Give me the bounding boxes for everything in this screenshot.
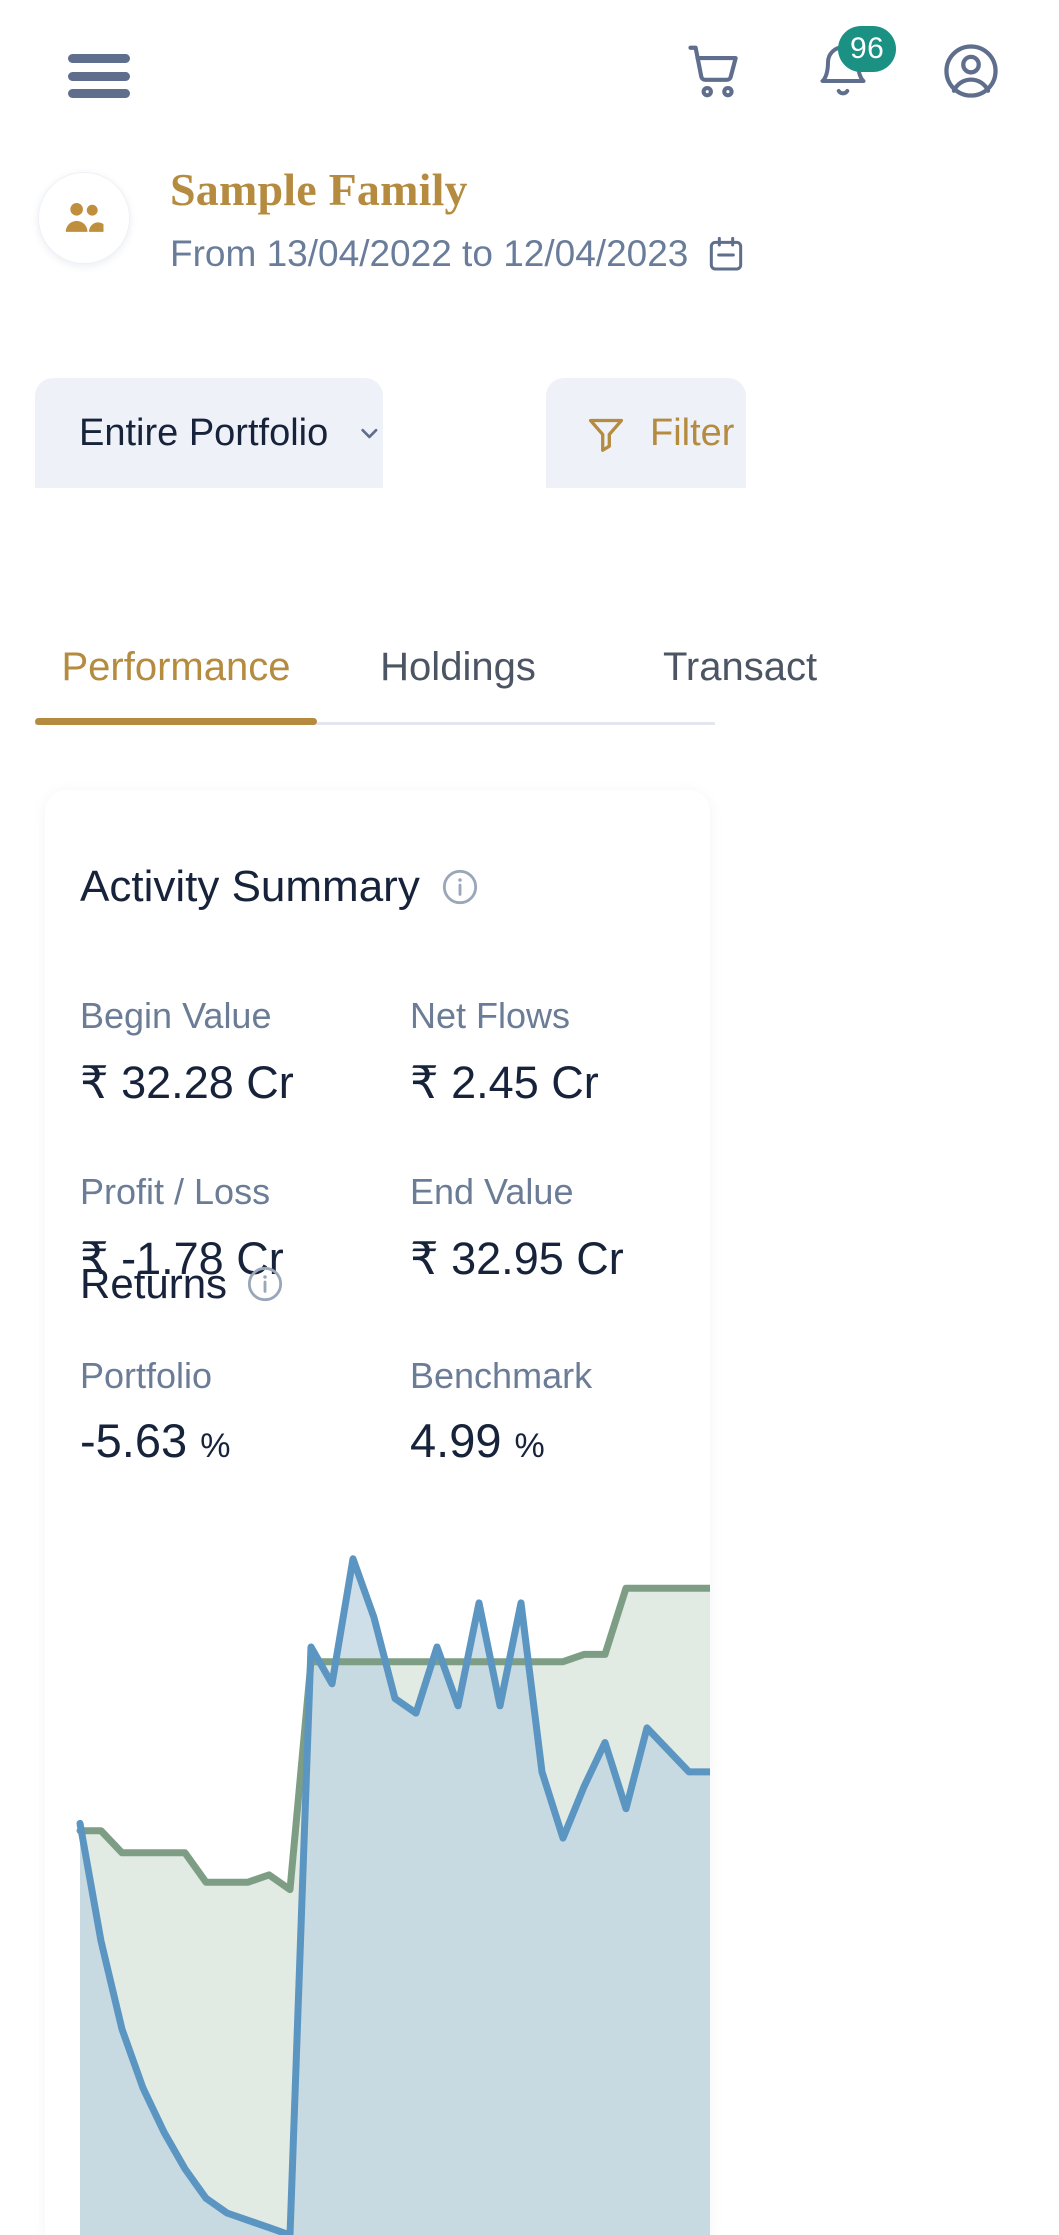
family-header: Sample Family From 13/04/2022 to 12/04/2… (0, 160, 1059, 320)
filter-button-label: Filter (650, 411, 735, 454)
shopping-cart-button[interactable] (682, 38, 748, 104)
date-range-label: From 13/04/2022 to 12/04/2023 (170, 233, 689, 274)
return-label: Benchmark (410, 1355, 593, 1396)
performance-chart-svg (76, 1555, 710, 2235)
return-label: Portfolio (80, 1355, 213, 1396)
tab-holdings[interactable]: Holdings (317, 610, 599, 725)
chevron-down-icon (361, 428, 378, 439)
avatar[interactable] (38, 172, 130, 264)
date-range-row[interactable]: From 13/04/2022 to 12/04/2023 (170, 228, 746, 280)
returns-header: Returns (80, 1260, 285, 1308)
return-number: -5.63 (80, 1414, 188, 1467)
funnel-filter-icon (588, 418, 624, 452)
metric-label: Net Flows (410, 995, 571, 1036)
metrics-row: Begin Value ₹ 32.28 Cr Net Flows ₹ 2.45 … (80, 990, 680, 1118)
profile-button[interactable] (938, 38, 1004, 104)
family-group-icon (65, 203, 104, 232)
tab-transactions-label: Transact (662, 645, 818, 689)
shopping-cart-icon (688, 45, 738, 98)
family-info: Sample Family From 13/04/2022 to 12/04/2… (170, 160, 746, 280)
filter-button[interactable]: Filter (546, 378, 746, 488)
return-number: 4.99 (410, 1414, 502, 1467)
portfolio-filter-strip: Entire Portfolio Filter (0, 378, 1059, 488)
portfolio-selector[interactable]: Entire Portfolio (35, 378, 383, 488)
returns-row: Portfolio -5.63 % Benchmark 4.99 % (80, 1350, 680, 1481)
metric-begin-value: Begin Value ₹ 32.28 Cr (80, 990, 410, 1118)
return-value: -5.63 % (80, 1406, 410, 1481)
info-icon[interactable] (245, 1264, 285, 1304)
page-title: Sample Family (170, 164, 468, 215)
menu-line (68, 54, 130, 63)
metric-label: End Value (410, 1171, 574, 1212)
user-account-icon (944, 44, 998, 98)
metric-value: ₹ 32.95 Cr (410, 1233, 624, 1284)
main-tabs: Performance Holdings Transact (35, 610, 1059, 740)
metric-value: ₹ 32.28 Cr (80, 1057, 294, 1108)
return-unit: % (514, 1427, 545, 1465)
metric-value: ₹ 2.45 Cr (410, 1057, 599, 1108)
metric-end-value: End Value ₹ 32.95 Cr (410, 1166, 680, 1294)
return-unit: % (200, 1427, 231, 1465)
tab-performance[interactable]: Performance (35, 610, 317, 725)
tab-transactions[interactable]: Transact (599, 610, 881, 725)
metric-label: Begin Value (80, 995, 272, 1036)
calendar-icon[interactable] (706, 234, 746, 274)
app-bar-actions: 96 (682, 26, 1004, 104)
metric-label: Profit / Loss (80, 1171, 271, 1212)
return-benchmark: Benchmark 4.99 % (410, 1350, 680, 1481)
return-portfolio: Portfolio -5.63 % (80, 1350, 410, 1481)
info-icon[interactable] (440, 867, 480, 907)
returns-title: Returns (80, 1260, 228, 1307)
notifications-button[interactable]: 96 (810, 26, 897, 104)
app-bar: 96 (0, 0, 1059, 145)
hamburger-menu-icon[interactable] (68, 54, 130, 98)
activity-summary-card: Activity Summary Begin Value ₹ 32.28 Cr … (45, 790, 710, 2235)
menu-line (68, 71, 130, 81)
performance-chart[interactable] (45, 1490, 710, 2235)
activity-summary-title: Activity Summary (80, 862, 420, 911)
tab-performance-label: Performance (61, 645, 291, 689)
menu-line (68, 89, 130, 98)
app-screen: 96 Sample Family From 13/04/2022 to 12/0… (0, 0, 1059, 2235)
portfolio-selector-label: Entire Portfolio (79, 411, 329, 454)
notification-count-badge: 96 (838, 26, 897, 72)
tab-holdings-label: Holdings (380, 645, 536, 689)
return-value: 4.99 % (410, 1406, 680, 1481)
metric-net-flows: Net Flows ₹ 2.45 Cr (410, 990, 680, 1118)
activity-summary-header: Activity Summary (80, 862, 480, 912)
